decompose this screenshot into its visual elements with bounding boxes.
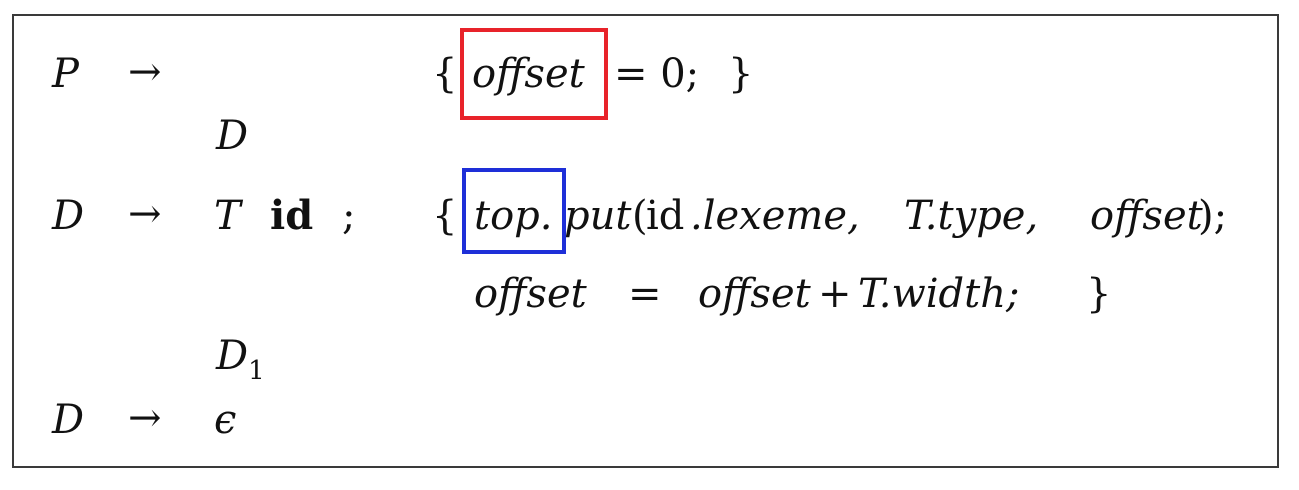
rule2-close-paren: ); bbox=[1198, 193, 1228, 239]
subscript-1: 1 bbox=[248, 356, 265, 386]
rule2-plus: + bbox=[818, 271, 852, 317]
rule1-assign: = 0; bbox=[614, 51, 700, 97]
rule3-epsilon: ϵ bbox=[214, 397, 237, 443]
rule1-lhs: P bbox=[52, 51, 79, 97]
rule2-equals: = bbox=[628, 271, 662, 317]
red-highlight-box bbox=[460, 28, 608, 120]
rule2-lhs: D bbox=[52, 193, 85, 239]
rule2-offset-lhs: offset bbox=[474, 271, 587, 317]
rule1-brace-close: } bbox=[728, 51, 754, 97]
rule2-arrow: → bbox=[128, 191, 162, 237]
rule2-T: T bbox=[214, 193, 241, 239]
rule2-semicolon: ; bbox=[342, 193, 356, 239]
rule3-lhs: D bbox=[52, 397, 85, 443]
rule2-ttype: T.type, bbox=[904, 193, 1039, 239]
rule2-body-D1: D1 bbox=[216, 333, 265, 386]
rule2-brace-open: { bbox=[432, 193, 458, 239]
rule2-lexeme: .lexeme, bbox=[690, 193, 860, 239]
rule2-offset-arg: offset bbox=[1090, 193, 1203, 239]
rule1-arrow: → bbox=[128, 49, 162, 95]
rule1-body-D: D bbox=[216, 113, 249, 159]
rule2-put: put bbox=[564, 193, 632, 239]
rule2-id-lexeme-kw: id bbox=[646, 193, 685, 239]
rule2-offset-rhs: offset bbox=[698, 271, 811, 317]
rule3-arrow: → bbox=[128, 395, 162, 441]
blue-highlight-box bbox=[462, 168, 566, 254]
rule2-twidth: T.width; bbox=[858, 271, 1020, 317]
rule1-brace-open: { bbox=[432, 51, 458, 97]
rule2-brace-close: } bbox=[1086, 271, 1112, 317]
rule2-id: id bbox=[270, 192, 314, 239]
